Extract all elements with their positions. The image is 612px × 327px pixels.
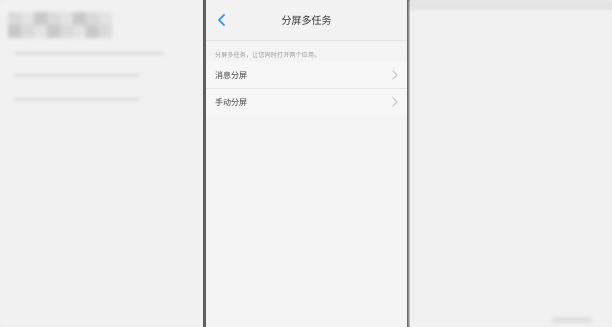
blurred-line [14,74,139,77]
header-bar: 分屏多任务 [206,0,407,41]
background-right-panel [409,0,612,327]
chevron-right-icon [392,97,398,107]
settings-panel: 分屏多任务 分屏多任务，让您同时打开两个应用。 消息分屏 手动分屏 [206,0,407,327]
background-left-panel [0,0,204,327]
list-item-message-split[interactable]: 消息分屏 [206,62,407,89]
blurred-line [14,52,164,55]
blurred-status-strip [409,0,612,10]
chevron-right-icon [392,70,398,80]
list-item-manual-split[interactable]: 手动分屏 [206,89,407,115]
blurred-mosaic [8,12,112,38]
list-item-label: 手动分屏 [215,98,247,107]
blurred-watermark [552,317,592,323]
list-item-label: 消息分屏 [215,71,247,80]
blurred-line [14,98,139,101]
description-text: 分屏多任务，让您同时打开两个应用。 [215,52,321,59]
screen: 分屏多任务 分屏多任务，让您同时打开两个应用。 消息分屏 手动分屏 [0,0,612,327]
page-title: 分屏多任务 [281,16,332,27]
